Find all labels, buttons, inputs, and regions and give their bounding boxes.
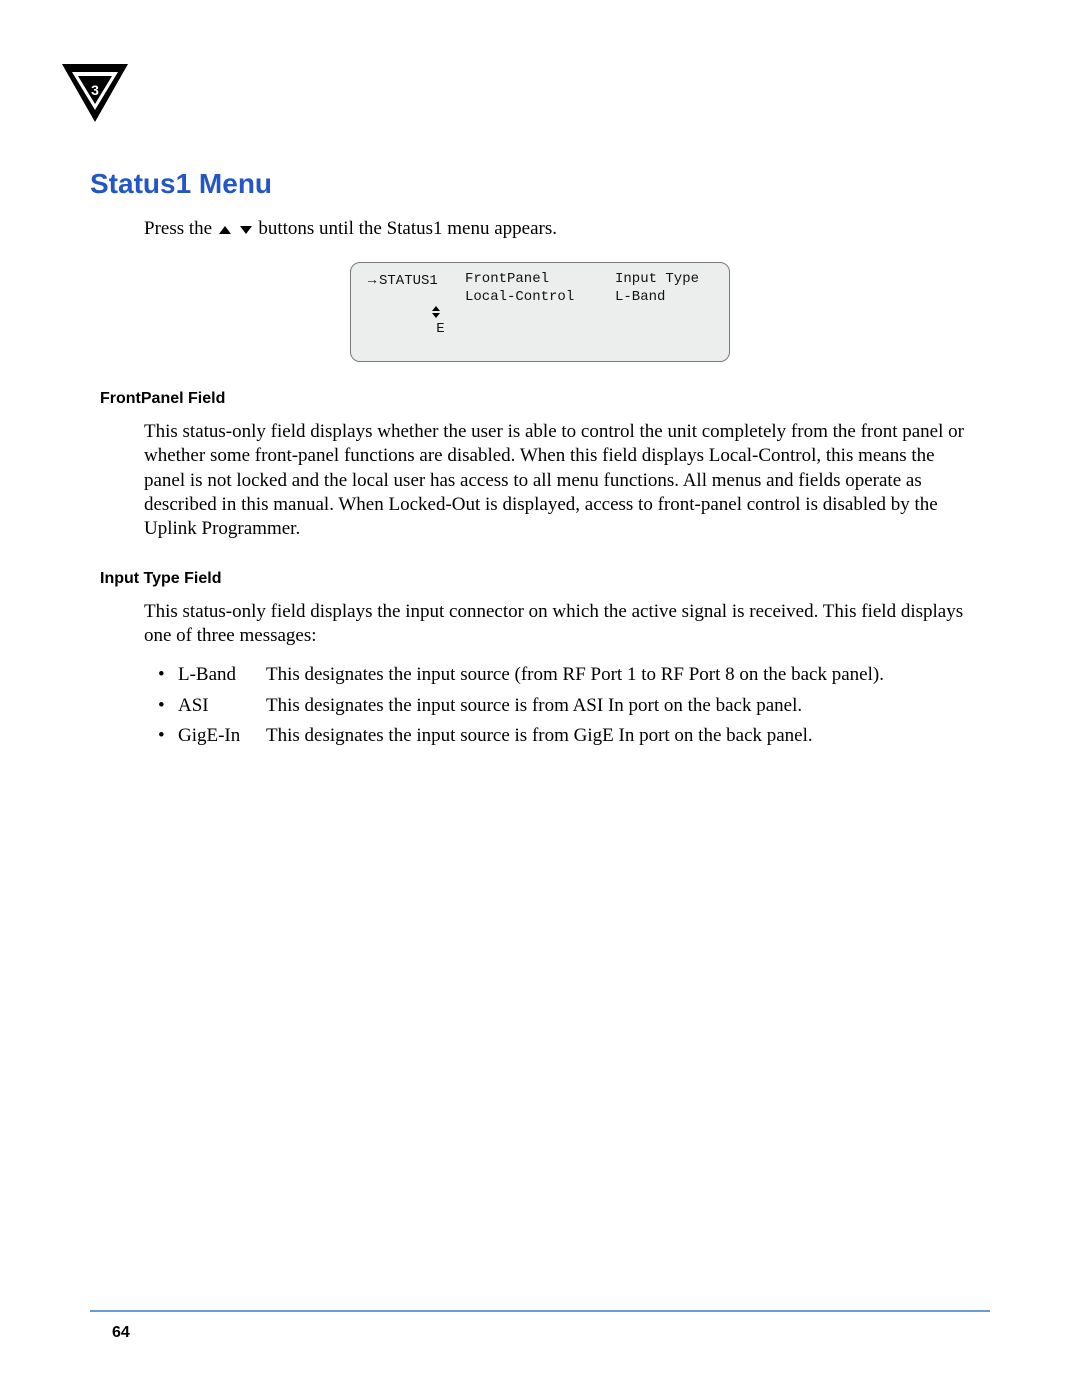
chapter-badge: 3 <box>60 62 130 132</box>
updown-arrow-icon <box>432 306 440 318</box>
def-term: GigE-In <box>178 721 266 751</box>
list-item: • L-Band This designates the input sourc… <box>158 660 980 690</box>
lcd-r2c2: Local-Control <box>465 289 615 353</box>
def-desc: This designates the input source is from… <box>266 691 980 721</box>
para-inputtype: This status-only field displays the inpu… <box>144 600 980 649</box>
definition-list: • L-Band This designates the input sourc… <box>158 660 980 751</box>
intro-post: buttons until the Status1 menu appears. <box>258 218 557 239</box>
list-item: • GigE-In This designates the input sour… <box>158 721 980 751</box>
subheading-frontpanel: FrontPanel Field <box>100 390 990 408</box>
lcd-r1c3: Input Type <box>615 271 715 289</box>
intro-pre: Press the <box>144 218 217 239</box>
footer-rule <box>90 1310 990 1312</box>
intro-text: Press the buttons until the Status1 menu… <box>144 218 990 240</box>
def-term: L-Band <box>178 660 266 690</box>
def-desc: This designates the input source is from… <box>266 721 980 751</box>
right-arrow-icon: → <box>365 271 379 287</box>
def-term: ASI <box>178 691 266 721</box>
bullet-icon: • <box>158 660 178 690</box>
bullet-icon: • <box>158 691 178 721</box>
lcd-row-2: E Local-Control L-Band <box>365 289 715 353</box>
chapter-number: 3 <box>91 82 99 98</box>
subheading-inputtype: Input Type Field <box>100 570 990 588</box>
page-number: 64 <box>112 1324 130 1342</box>
lcd-r1c2: FrontPanel <box>465 271 615 289</box>
lcd-display: →STATUS1 FrontPanel Input Type E Local-C… <box>350 262 730 362</box>
def-desc: This designates the input source (from R… <box>266 660 980 690</box>
list-item: • ASI This designates the input source i… <box>158 691 980 721</box>
section-heading: Status1 Menu <box>90 168 990 200</box>
page-content: Status1 Menu Press the buttons until the… <box>90 168 990 751</box>
bullet-icon: • <box>158 721 178 751</box>
up-arrow-icon <box>219 226 231 234</box>
lcd-r2c1: E <box>365 289 465 353</box>
lcd-r2c3: L-Band <box>615 289 715 353</box>
lcd-row-1: →STATUS1 FrontPanel Input Type <box>365 271 715 289</box>
down-arrow-icon <box>240 226 252 234</box>
para-frontpanel: This status-only field displays whether … <box>144 420 980 542</box>
lcd-r1c1: →STATUS1 <box>365 271 465 289</box>
